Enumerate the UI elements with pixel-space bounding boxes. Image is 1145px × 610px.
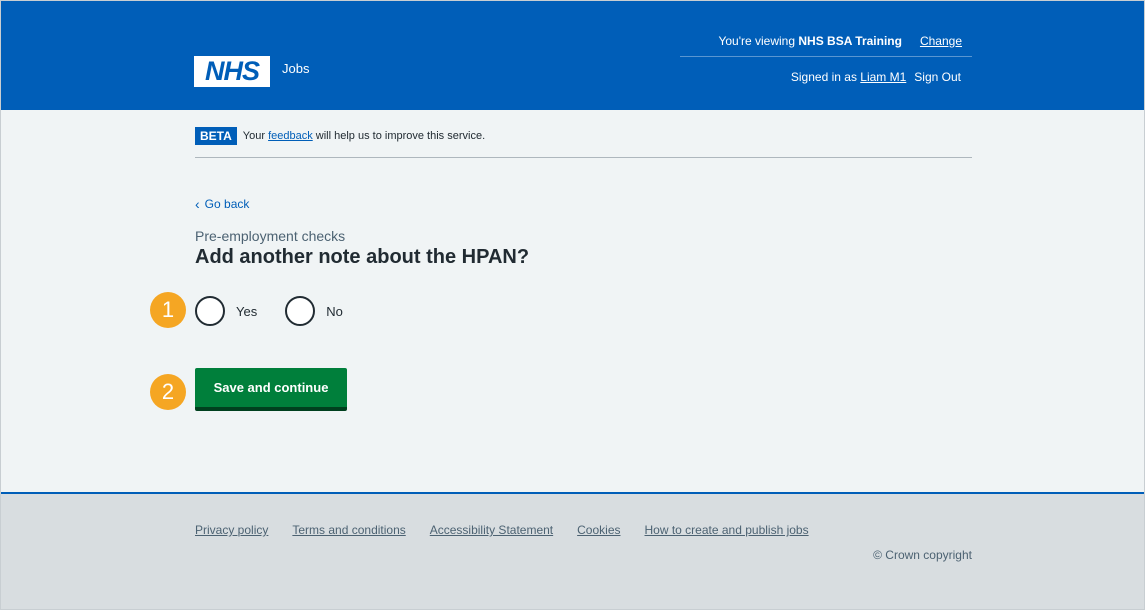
radio-no-label: No <box>326 303 343 319</box>
site-header: NHS Jobs You're viewing NHS BSA Training… <box>0 0 1145 110</box>
account-info: Signed in as Liam M1 Sign Out <box>791 70 961 84</box>
copyright-text: © Crown copyright <box>873 548 972 562</box>
signed-in-text: Signed in as Liam M1 <box>790 70 907 84</box>
beta-banner: BETA Your feedback will help us to impro… <box>195 127 485 145</box>
organisation-switcher: You're viewing NHS BSA Training Change <box>718 34 962 48</box>
header-divider <box>680 56 972 57</box>
organisation-name: NHS BSA Training <box>798 34 902 48</box>
radio-yes-label: Yes <box>236 303 258 319</box>
go-back-label: Go back <box>204 197 250 211</box>
radio-option-no[interactable]: No <box>285 296 343 326</box>
beta-text: Your feedback will help us to improve th… <box>242 130 486 142</box>
step-marker-1: 1 <box>150 292 186 328</box>
beta-divider <box>195 157 972 158</box>
feedback-link[interactable]: feedback <box>268 130 313 142</box>
user-account-link[interactable]: Liam M1 <box>860 70 906 84</box>
site-footer: Privacy policy Terms and conditions Acce… <box>0 492 1145 610</box>
radio-no-input[interactable] <box>285 296 316 326</box>
page-title: Add another note about the HPAN? <box>195 246 530 268</box>
sign-out-link[interactable]: Sign Out <box>914 70 961 84</box>
nhs-logo[interactable]: NHS <box>194 56 270 87</box>
radio-yes-input[interactable] <box>195 296 225 326</box>
save-and-continue-button[interactable]: Save and continue <box>195 368 347 411</box>
beta-tag: BETA <box>195 127 237 145</box>
nhs-logo-text: NHS <box>204 56 260 86</box>
footer-link-privacy[interactable]: Privacy policy <box>195 523 268 537</box>
service-name[interactable]: Jobs <box>282 61 309 76</box>
change-organisation-link[interactable]: Change <box>920 34 962 48</box>
footer-link-accessibility[interactable]: Accessibility Statement <box>430 523 553 537</box>
footer-link-terms[interactable]: Terms and conditions <box>292 523 405 537</box>
go-back-link[interactable]: ‹ Go back <box>195 197 249 211</box>
footer-link-how-to[interactable]: How to create and publish jobs <box>645 523 809 537</box>
footer-links: Privacy policy Terms and conditions Acce… <box>195 523 809 537</box>
viewing-text: You're viewing NHS BSA Training <box>718 34 902 48</box>
radio-option-yes[interactable]: Yes <box>195 296 257 326</box>
chevron-left-icon: ‹ <box>195 196 200 212</box>
page-caption: Pre-employment checks <box>195 228 346 244</box>
step-marker-2: 2 <box>150 374 186 410</box>
footer-link-cookies[interactable]: Cookies <box>577 523 620 537</box>
add-note-radio-group: Yes No <box>195 296 371 326</box>
